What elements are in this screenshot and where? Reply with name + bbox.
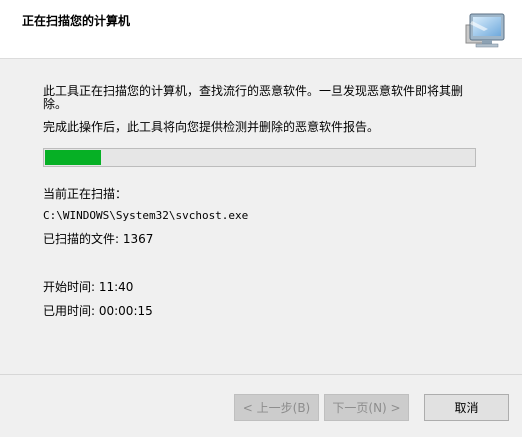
next-button[interactable]: 下一页(N) > xyxy=(324,394,409,421)
computer-scan-icon xyxy=(462,9,510,53)
page-title: 正在扫描您的计算机 xyxy=(22,14,131,28)
elapsed-time: 已用时间: 00:00:15 xyxy=(43,304,153,318)
scan-description-report: 完成此操作后，此工具将向您提供检测并删除的恶意软件报告。 xyxy=(43,120,380,134)
scan-progress-bar xyxy=(43,148,476,167)
header-panel: 正在扫描您的计算机 xyxy=(0,0,522,59)
footer-divider xyxy=(0,374,522,375)
scanned-files-count: 已扫描的文件: 1367 xyxy=(43,232,154,246)
current-scan-file: C:\WINDOWS\System32\svchost.exe xyxy=(43,209,249,222)
scan-description: 此工具正在扫描您的计算机，查找流行的恶意软件。一旦发现恶意软件即将其删除。 xyxy=(43,84,464,111)
cancel-button[interactable]: 取消 xyxy=(424,394,509,421)
back-button[interactable]: < 上一步(B) xyxy=(234,394,319,421)
current-scan-label: 当前正在扫描： xyxy=(43,187,128,201)
scan-progress-fill xyxy=(45,150,101,165)
start-time: 开始时间: 11:40 xyxy=(43,280,134,294)
